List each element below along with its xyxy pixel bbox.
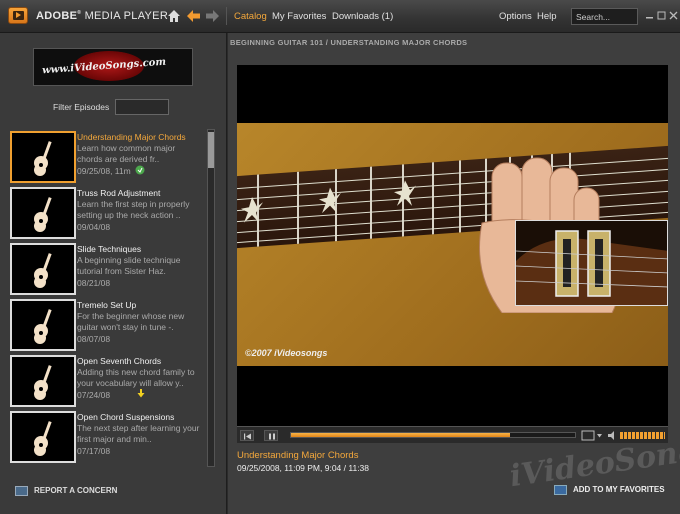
forward-arrow-icon[interactable] bbox=[205, 9, 220, 23]
player-panel: BEGINNING GUITAR 101 / UNDERSTANDING MAJ… bbox=[228, 33, 680, 514]
episode-thumbnail bbox=[10, 411, 76, 463]
episode-scrollbar[interactable] bbox=[207, 129, 215, 467]
episode-title: Truss Rod Adjustment bbox=[77, 188, 161, 198]
downloaded-icon bbox=[135, 165, 145, 175]
episode-description: A beginning slide technique tutorial fro… bbox=[77, 255, 181, 276]
pause-icon bbox=[269, 433, 275, 440]
favorite-icon bbox=[554, 485, 567, 495]
episode-date: 09/25/08, 11m bbox=[77, 166, 131, 176]
volume-icon[interactable] bbox=[607, 430, 618, 441]
episode-title: Open Chord Suspensions bbox=[77, 412, 175, 422]
divider bbox=[226, 7, 227, 25]
channel-banner[interactable]: www.iVideoSongs.com bbox=[33, 48, 193, 86]
filter-episodes-input[interactable] bbox=[115, 99, 169, 115]
episode-thumbnail bbox=[10, 187, 76, 239]
episode-thumbnail bbox=[10, 299, 76, 351]
episode-date: 07/17/08 bbox=[77, 446, 111, 456]
filter-label: Filter Episodes bbox=[53, 102, 110, 112]
episode-panel: www.iVideoSongs.com Filter Episodes Unde… bbox=[0, 33, 227, 514]
close-icon[interactable] bbox=[669, 11, 678, 20]
episode-thumbnail bbox=[10, 131, 76, 183]
now-playing-title: Understanding Major Chords bbox=[237, 450, 359, 461]
nav-options[interactable]: Options bbox=[499, 11, 532, 22]
episode-description: For the beginner whose new guitar won't … bbox=[77, 311, 185, 332]
episode-description: The next step after learning your first … bbox=[77, 423, 200, 444]
back-arrow-icon[interactable] bbox=[186, 9, 201, 23]
scrollbar-thumb[interactable] bbox=[208, 132, 214, 168]
episode-item[interactable]: Tremelo Set Up For the beginner whose ne… bbox=[10, 299, 206, 351]
episode-item[interactable]: Slide Techniques A beginning slide techn… bbox=[10, 243, 206, 295]
episode-title: Slide Techniques bbox=[77, 244, 142, 254]
episode-item[interactable]: Understanding Major Chords Learn how com… bbox=[10, 131, 206, 183]
episode-item[interactable]: Open Seventh Chords Adding this new chor… bbox=[10, 355, 206, 407]
video-player[interactable]: ©2007 iVideosongs bbox=[237, 65, 668, 443]
add-to-favorites-button[interactable]: ADD TO MY FAVORITES bbox=[554, 485, 665, 495]
episode-title: Understanding Major Chords bbox=[77, 132, 186, 142]
download-arrow-icon[interactable] bbox=[137, 389, 145, 398]
video-copyright: ©2007 iVideosongs bbox=[245, 348, 328, 358]
skip-back-button[interactable] bbox=[240, 430, 254, 441]
maximize-icon[interactable] bbox=[657, 11, 666, 20]
guitar-icon bbox=[34, 309, 52, 344]
episode-description: Learn how common major chords are derive… bbox=[77, 143, 176, 164]
pause-button[interactable] bbox=[264, 430, 278, 441]
report-concern-button[interactable]: REPORT A CONCERN bbox=[15, 486, 117, 496]
episode-thumbnail bbox=[10, 243, 76, 295]
app-logo-icon bbox=[8, 7, 28, 24]
guitar-icon bbox=[34, 197, 52, 232]
app-title: ADOBE® MEDIA PLAYER bbox=[36, 10, 169, 22]
episode-date: 08/07/08 bbox=[77, 334, 111, 344]
episode-date: 07/24/08 bbox=[77, 390, 111, 400]
episode-description: Adding this new chord family to your voc… bbox=[77, 367, 195, 388]
minimize-icon[interactable] bbox=[645, 11, 654, 20]
episode-thumbnail bbox=[10, 355, 76, 407]
guitar-icon bbox=[34, 141, 52, 176]
picture-in-picture bbox=[515, 220, 668, 306]
episode-title: Open Seventh Chords bbox=[77, 356, 162, 366]
episode-date: 08/21/08 bbox=[77, 278, 111, 288]
guitar-icon bbox=[34, 253, 52, 288]
now-playing-meta: 09/25/2008, 11:09 PM, 9:04 / 11:38 bbox=[237, 463, 370, 473]
add-favorites-label: ADD TO MY FAVORITES bbox=[573, 485, 665, 495]
home-icon[interactable] bbox=[167, 9, 181, 23]
episode-title: Tremelo Set Up bbox=[77, 300, 137, 310]
breadcrumb: BEGINNING GUITAR 101 / UNDERSTANDING MAJ… bbox=[230, 38, 468, 47]
search-input[interactable] bbox=[571, 8, 638, 25]
progress-fill bbox=[291, 433, 510, 437]
episode-item[interactable]: Truss Rod Adjustment Learn the first ste… bbox=[10, 187, 206, 239]
episode-description: Learn the first step in properly setting… bbox=[77, 199, 190, 220]
episode-date: 09/04/08 bbox=[77, 222, 111, 232]
nav-my-favorites[interactable]: My Favorites bbox=[272, 11, 326, 22]
guitar-icon bbox=[34, 421, 52, 456]
nav-catalog[interactable]: Catalog bbox=[234, 11, 267, 22]
episode-item[interactable]: Open Chord Suspensions The next step aft… bbox=[10, 411, 206, 463]
screen-mode-icon[interactable] bbox=[581, 430, 603, 441]
guitar-icon bbox=[34, 365, 52, 400]
nav-help[interactable]: Help bbox=[537, 11, 557, 22]
playback-controls bbox=[237, 426, 668, 443]
report-label: REPORT A CONCERN bbox=[34, 486, 118, 496]
title-bar: ADOBE® MEDIA PLAYER Catalog My Favorites… bbox=[0, 0, 680, 33]
skip-back-icon bbox=[244, 433, 251, 440]
flag-icon bbox=[15, 486, 28, 496]
progress-bar[interactable] bbox=[290, 432, 576, 438]
nav-downloads[interactable]: Downloads (1) bbox=[332, 11, 393, 22]
